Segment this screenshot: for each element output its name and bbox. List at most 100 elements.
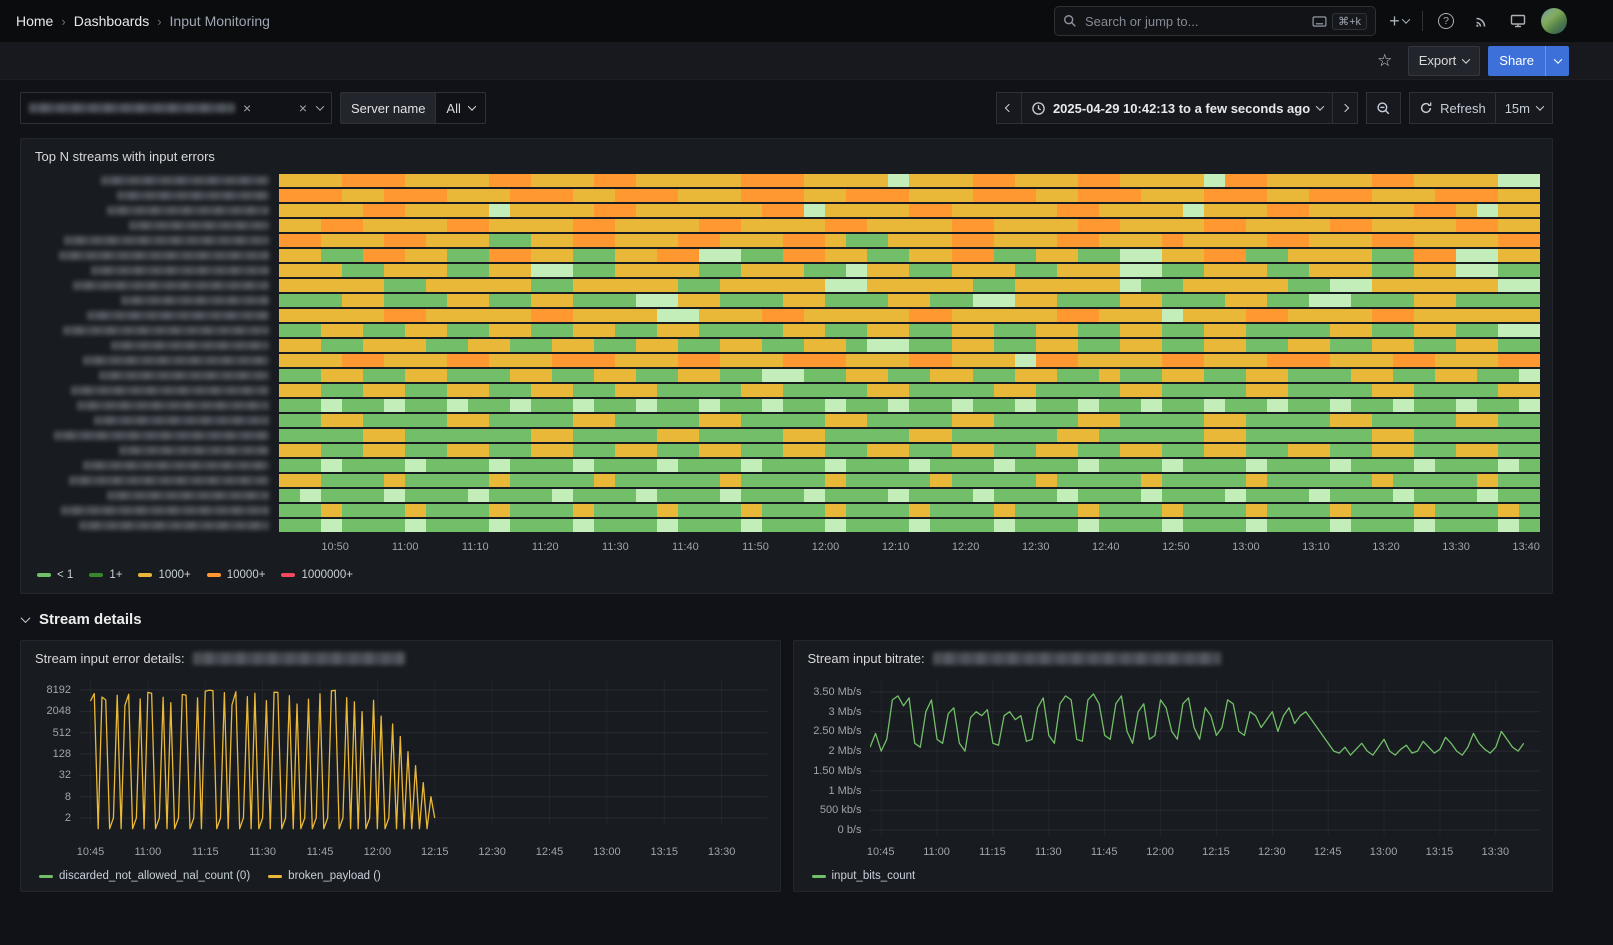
legend-item[interactable]: 1000000+ [281, 569, 353, 581]
heatmap-cell [846, 174, 867, 187]
heatmap-cell [1498, 339, 1519, 352]
heatmap-cell [1204, 519, 1225, 532]
panel-title[interactable]: Top N streams with input errors [33, 147, 1540, 174]
heatmap-cell [1015, 234, 1036, 247]
add-button[interactable]: + [1386, 6, 1412, 36]
heatmap-cell [762, 399, 783, 412]
heatmap-cell [1414, 399, 1435, 412]
heatmap-cell [1519, 294, 1540, 307]
display-button[interactable] [1505, 6, 1531, 36]
heatmap-cell [1330, 519, 1351, 532]
legend-swatch [207, 573, 221, 577]
heatmap-cell [909, 189, 930, 202]
heatmap-cell [363, 474, 384, 487]
heatmap-cell [300, 354, 321, 367]
share-button[interactable]: Share [1488, 46, 1545, 76]
heatmap-row [33, 249, 1540, 262]
heatmap-cell [741, 369, 762, 382]
heatmap-cell [1309, 249, 1330, 262]
heatmap-row [33, 444, 1540, 457]
export-button[interactable]: Export [1408, 46, 1481, 76]
breadcrumb-dashboards[interactable]: Dashboards [74, 13, 150, 29]
heatmap-cell [279, 354, 300, 367]
heatmap-cell [804, 504, 825, 517]
heatmap-cell [594, 459, 615, 472]
legend-item[interactable]: broken_payload () [268, 870, 381, 882]
heatmap-cell [342, 204, 363, 217]
heatmap-cell [384, 219, 405, 232]
heatmap-cell [952, 429, 973, 442]
heatmap-cell [321, 294, 342, 307]
legend-swatch [37, 573, 51, 577]
heatmap-cell [657, 189, 678, 202]
legend-item[interactable]: 1+ [89, 569, 122, 581]
heatmap-cell [615, 354, 636, 367]
heatmap-cell [657, 279, 678, 292]
time-forward-button[interactable] [1332, 92, 1358, 124]
legend-item[interactable]: < 1 [37, 569, 73, 581]
heatmap-cell [1036, 219, 1057, 232]
legend-item[interactable]: 10000+ [207, 569, 266, 581]
heatmap-cell [1162, 384, 1183, 397]
legend-item[interactable]: discarded_not_allowed_nal_count (0) [39, 870, 250, 882]
heatmap-cell [1372, 279, 1393, 292]
refresh-interval-select[interactable]: 15m [1495, 92, 1553, 124]
heatmap-cell [909, 204, 930, 217]
heatmap-cell [804, 189, 825, 202]
heatmap-cell [510, 384, 531, 397]
favorite-star-button[interactable]: ☆ [1370, 46, 1400, 76]
breadcrumb-home[interactable]: Home [16, 13, 53, 29]
heatmap-cell [1141, 369, 1162, 382]
remove-filter-icon[interactable]: × [243, 101, 251, 115]
star-icon: ☆ [1377, 51, 1392, 71]
heatmap-cell [1498, 324, 1519, 337]
heatmap-cell [973, 384, 994, 397]
heatmap-cell [1246, 429, 1267, 442]
heatmap-cell [636, 339, 657, 352]
heatmap-cell [1267, 279, 1288, 292]
heatmap-cell [804, 444, 825, 457]
heatmap-cell [363, 189, 384, 202]
news-button[interactable] [1469, 6, 1495, 36]
heatmap-cell [1141, 279, 1162, 292]
heatmap-cell [930, 399, 951, 412]
time-range-picker[interactable]: 2025-04-29 10:42:13 to a few seconds ago [1021, 92, 1333, 124]
heatmap-cell [510, 264, 531, 277]
heatmap-cell [1498, 174, 1519, 187]
panel-title[interactable]: Stream input bitrate: [806, 649, 1541, 676]
user-avatar[interactable] [1541, 8, 1567, 34]
heatmap-cell [762, 189, 783, 202]
heatmap-cell [573, 489, 594, 502]
heatmap-cell [783, 174, 804, 187]
heatmap-cell [825, 264, 846, 277]
chevron-down-icon[interactable] [316, 102, 324, 110]
legend-item[interactable]: input_bits_count [812, 870, 916, 882]
heatmap-cell [1036, 339, 1057, 352]
heatmap-cell [1498, 354, 1519, 367]
stream-name-redacted [87, 311, 269, 320]
heatmap-cell [720, 204, 741, 217]
heatmap-cell [573, 189, 594, 202]
help-button[interactable]: ? [1433, 6, 1459, 36]
heatmap-cell [1309, 339, 1330, 352]
time-back-button[interactable] [996, 92, 1022, 124]
heatmap-cell [994, 309, 1015, 322]
heatmap-cell [699, 369, 720, 382]
adhoc-filter-input[interactable]: × × [20, 92, 332, 124]
heatmap-cell [1309, 429, 1330, 442]
clear-filters-icon[interactable]: × [299, 101, 307, 115]
search-input[interactable]: Search or jump to... ⌘+k [1054, 6, 1376, 36]
share-menu-button[interactable] [1545, 46, 1569, 76]
y-axis-labels: 819220485121283282 [33, 680, 79, 842]
zoom-out-button[interactable] [1366, 92, 1401, 124]
panel-title[interactable]: Stream input error details: [33, 649, 768, 676]
refresh-button[interactable]: Refresh [1409, 92, 1496, 124]
heatmap-cell [678, 189, 699, 202]
x-axis-tick: 10:50 [321, 541, 349, 553]
heatmap-cell [1036, 264, 1057, 277]
heatmap-cell [636, 234, 657, 247]
stream-details-section-toggle[interactable]: Stream details [22, 611, 1553, 628]
server-name-select[interactable]: All [435, 92, 485, 124]
legend-item[interactable]: 1000+ [138, 569, 190, 581]
heatmap-cell [405, 429, 426, 442]
